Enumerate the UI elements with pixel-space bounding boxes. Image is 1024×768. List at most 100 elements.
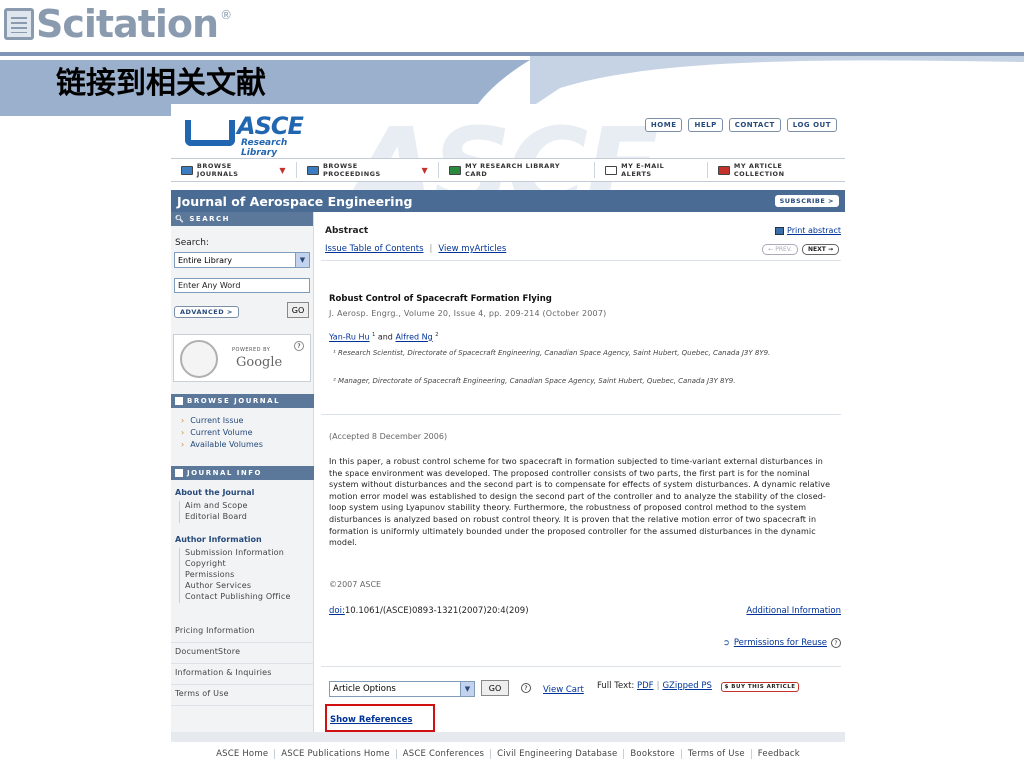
search-icon: 🔍︎ <box>175 215 186 223</box>
nav-article-collection[interactable]: MY ARTICLE COLLECTION <box>708 162 845 178</box>
search-scope-select[interactable]: Entire Library ▼ <box>174 252 310 268</box>
print-abstract-link[interactable]: Print abstract <box>775 226 841 235</box>
about-list: Aim and Scope Editorial Board <box>179 501 248 523</box>
contact-button[interactable]: CONTACT <box>728 118 781 132</box>
top-links: HOME HELP CONTACT LOG OUT <box>644 118 837 132</box>
footer-terms[interactable]: Terms of Use <box>682 749 752 759</box>
proceedings-icon <box>307 165 319 175</box>
print-abstract-label: Print abstract <box>787 226 841 235</box>
nav-browse-proceedings[interactable]: BROWSE PROCEEDINGS ▼ <box>297 162 440 178</box>
search-scope-value: Entire Library <box>178 255 233 265</box>
help-button[interactable]: HELP <box>688 118 723 132</box>
about-journal-heading[interactable]: About the Journal <box>175 488 254 497</box>
subscribe-button[interactable]: SUBSCRIBE > <box>774 195 839 207</box>
permissions-reuse-link[interactable]: Permissions for Reuse <box>734 638 827 648</box>
help-icon[interactable]: ? <box>521 683 531 693</box>
author-services-link[interactable]: Author Services <box>185 581 291 590</box>
author-info-heading[interactable]: Author Information <box>175 535 262 544</box>
article-title: Robust Control of Spacecraft Formation F… <box>329 294 552 304</box>
chevron-down-icon[interactable]: ▼ <box>460 682 474 696</box>
doi-line: doi:10.1061/(ASCE)0893-1321(2007)20:4(20… <box>329 606 529 616</box>
divider <box>321 414 841 415</box>
author-sup: 1 <box>372 332 376 338</box>
footer-conferences[interactable]: ASCE Conferences <box>397 749 492 759</box>
journal-icon <box>181 165 193 175</box>
help-icon[interactable]: ? <box>294 341 304 351</box>
permissions-row: ➲ Permissions for Reuse ? <box>723 638 841 648</box>
browse-icon <box>175 397 183 405</box>
separator: | <box>429 244 433 254</box>
search-input[interactable]: Enter Any Word <box>174 278 310 293</box>
logout-button[interactable]: LOG OUT <box>786 118 837 132</box>
abstract-heading: Abstract <box>325 226 369 236</box>
info-icon <box>175 469 183 477</box>
accepted-date: (Accepted 8 December 2006) <box>329 432 448 441</box>
issue-toc-link[interactable]: Issue Table of Contents <box>325 244 424 254</box>
google-search-box[interactable]: POWERED BY Google ? <box>173 334 311 382</box>
document-store-link[interactable]: DocumentStore <box>171 643 314 664</box>
info-inquiries-link[interactable]: Information & Inquiries <box>171 664 314 685</box>
prev-button[interactable]: ← PREV. <box>762 244 799 255</box>
google-logo: Google <box>236 355 283 370</box>
aim-scope-link[interactable]: Aim and Scope <box>185 501 248 510</box>
mail-icon <box>605 165 618 175</box>
home-button[interactable]: HOME <box>644 118 683 132</box>
browse-current-volume[interactable]: Current Volume <box>181 428 263 437</box>
submission-info-link[interactable]: Submission Information <box>185 548 291 557</box>
main-navbar: BROWSE JOURNALS ▼ BROWSE PROCEEDINGS ▼ M… <box>171 158 845 182</box>
editorial-board-link[interactable]: Editorial Board <box>185 512 248 521</box>
next-button[interactable]: NEXT → <box>802 244 839 255</box>
article-options-select[interactable]: Article Options ▼ <box>329 681 475 697</box>
browse-header-label: BROWSE JOURNAL <box>187 397 281 405</box>
additional-info-link[interactable]: Additional Information <box>746 606 841 616</box>
affiliation-2: ² Manager, Directorate of Spacecraft Eng… <box>333 377 736 385</box>
author-list: Submission Information Copyright Permiss… <box>179 548 291 603</box>
doi-link[interactable]: doi: <box>329 606 345 616</box>
asce-page-screenshot: ASCE ASCE Research Library HOME HELP CON… <box>171 104 845 764</box>
chevron-down-icon: ▼ <box>279 165 287 175</box>
gzipped-ps-link[interactable]: GZipped PS <box>662 681 711 691</box>
browse-current-issue[interactable]: Current Issue <box>181 416 263 425</box>
copyright-link[interactable]: Copyright <box>185 559 291 568</box>
extra-links: Pricing Information DocumentStore Inform… <box>171 622 314 706</box>
slide-title: 链接到相关文献 <box>56 66 266 101</box>
copyright-text: ©2007 ASCE <box>329 580 382 589</box>
browse-list: Current Issue Current Volume Available V… <box>181 416 263 452</box>
divider <box>321 260 841 261</box>
nav-browse-journals[interactable]: BROWSE JOURNALS ▼ <box>171 162 298 178</box>
search-label: Search: <box>175 238 209 248</box>
search-section-header: 🔍︎ SEARCH <box>171 212 313 226</box>
footer-bookstore[interactable]: Bookstore <box>624 749 682 759</box>
footer-feedback[interactable]: Feedback <box>752 749 806 759</box>
full-text-links: Full Text: PDF | GZipped PS $ BUY THIS ART… <box>597 681 800 692</box>
nav-email-alerts[interactable]: MY E-MAIL ALERTS <box>595 162 708 178</box>
journal-info-header: JOURNAL INFO <box>171 466 314 480</box>
view-cart-link[interactable]: View Cart <box>543 685 584 695</box>
footer-publications-home[interactable]: ASCE Publications Home <box>275 749 397 759</box>
browse-available-volumes[interactable]: Available Volumes <box>181 440 263 449</box>
nav-research-library-card[interactable]: MY RESEARCH LIBRARY CARD <box>439 162 596 178</box>
advanced-search-button[interactable]: ADVANCED > <box>174 306 239 318</box>
buy-article-button[interactable]: $ BUY THIS ARTICLE <box>720 682 800 692</box>
article-citation: J. Aerosp. Engrg., Volume 20, Issue 4, p… <box>329 309 607 318</box>
nav-label: MY RESEARCH LIBRARY CARD <box>465 162 561 178</box>
affiliation-1: ¹ Research Scientist, Directorate of Spa… <box>333 349 771 357</box>
pricing-info-link[interactable]: Pricing Information <box>171 622 314 643</box>
asce-logo-name: ASCE <box>237 112 304 140</box>
show-references-link[interactable]: Show References <box>330 715 412 725</box>
search-go-button[interactable]: GO <box>287 302 309 318</box>
author-link[interactable]: Yan-Ru Hu <box>329 333 370 342</box>
permissions-link[interactable]: Permissions <box>185 570 291 579</box>
contact-publishing-link[interactable]: Contact Publishing Office <box>185 592 291 601</box>
options-go-button[interactable]: GO <box>481 680 509 696</box>
author-link[interactable]: Alfred Ng <box>395 333 432 342</box>
footer-links: ASCE Home ASCE Publications Home ASCE Co… <box>171 744 845 764</box>
asce-logo[interactable]: ASCE Research Library <box>185 112 315 158</box>
footer-asce-home[interactable]: ASCE Home <box>210 749 276 759</box>
footer-civil-db[interactable]: Civil Engineering Database <box>491 749 625 759</box>
pdf-link[interactable]: PDF <box>637 681 654 691</box>
help-icon[interactable]: ? <box>831 638 841 648</box>
chevron-down-icon[interactable]: ▼ <box>295 253 309 267</box>
terms-of-use-link[interactable]: Terms of Use <box>171 685 314 706</box>
my-articles-link[interactable]: View myArticles <box>438 244 506 254</box>
